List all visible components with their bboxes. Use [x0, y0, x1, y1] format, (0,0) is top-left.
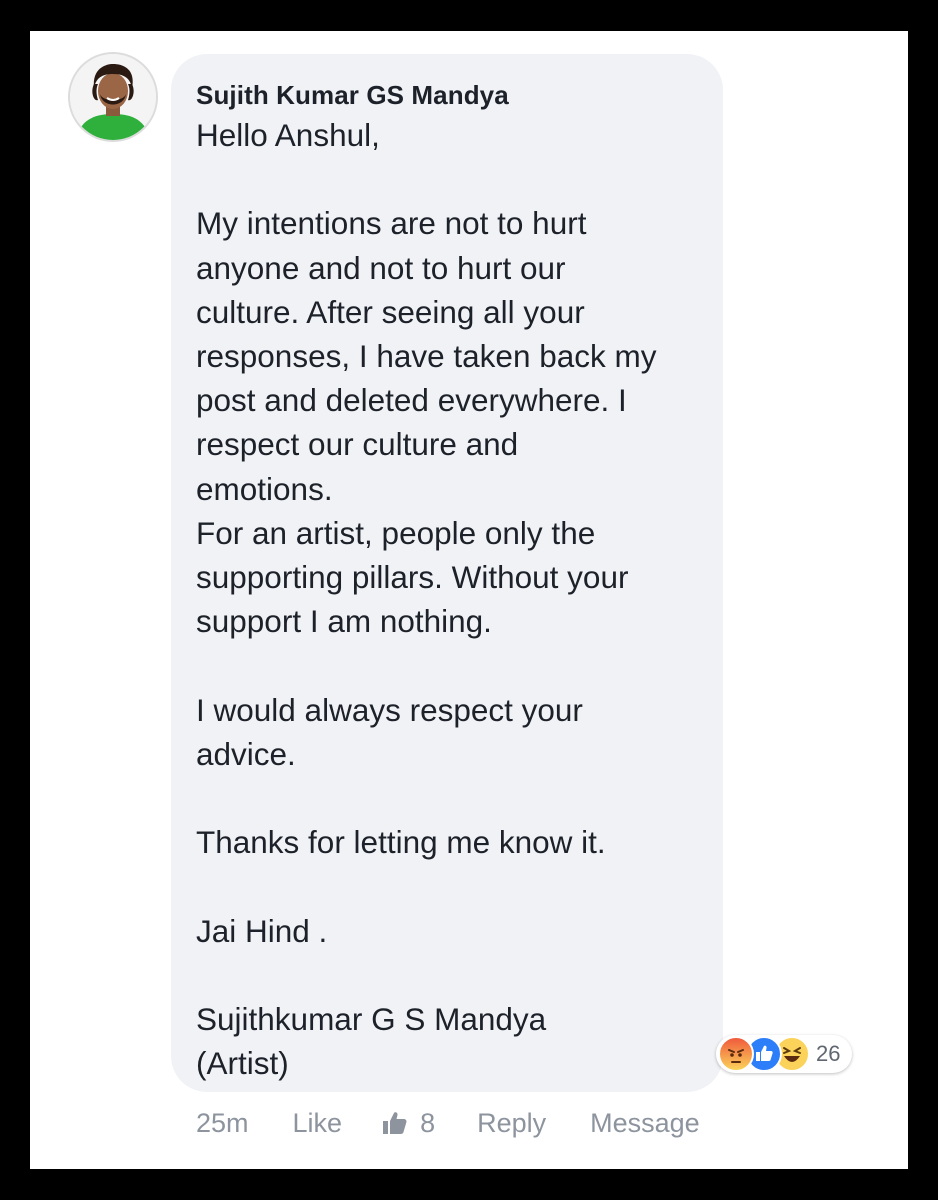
angry-icon [718, 1036, 754, 1072]
comment-author[interactable]: Sujith Kumar GS Mandya [196, 80, 509, 111]
comment-body: Hello Anshul, My intentions are not to h… [196, 117, 657, 1082]
profile-photo [70, 54, 156, 140]
comment-timestamp[interactable]: 25m [196, 1108, 249, 1139]
message-button[interactable]: Message [590, 1108, 700, 1139]
like-count[interactable]: 8 [382, 1108, 435, 1139]
reaction-count: 26 [816, 1041, 841, 1066]
comment-bubble: Sujith Kumar GS Mandya Hello Anshul, My … [171, 54, 723, 1092]
comment-actions: 25m Like 8 Reply Message [196, 1105, 700, 1141]
reply-button[interactable]: Reply [477, 1108, 546, 1139]
reactions-summary[interactable]: 26 [716, 1035, 853, 1073]
like-count-value: 8 [420, 1107, 436, 1138]
avatar[interactable] [70, 54, 156, 140]
thumbs-up-icon [383, 1112, 407, 1134]
comment-frame: Sujith Kumar GS Mandya Hello Anshul, My … [30, 31, 908, 1169]
like-button[interactable]: Like [293, 1108, 343, 1139]
